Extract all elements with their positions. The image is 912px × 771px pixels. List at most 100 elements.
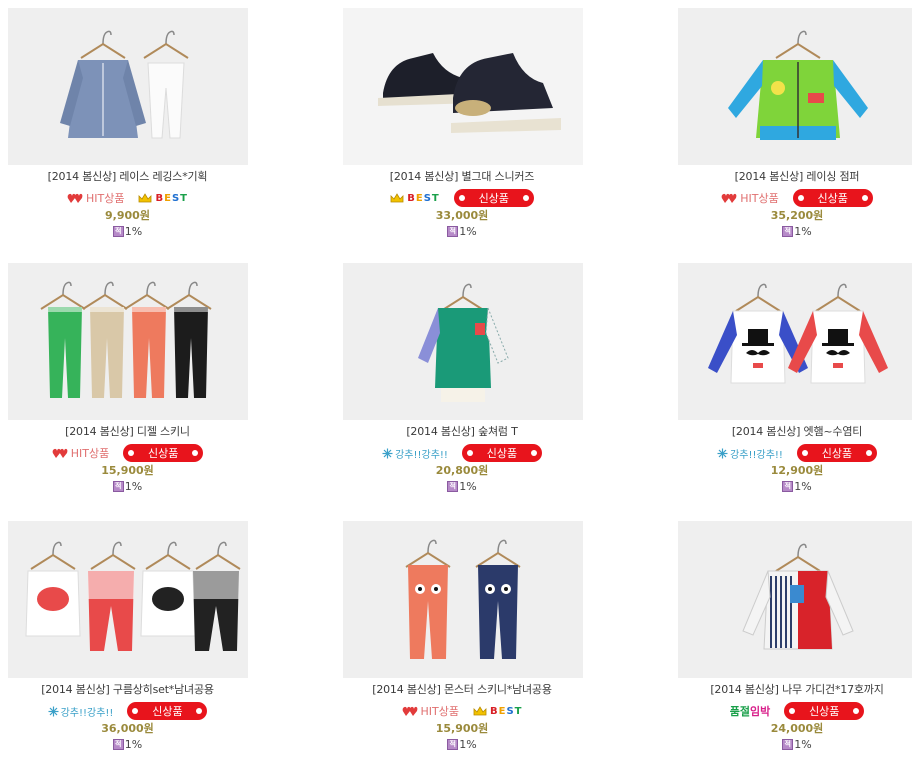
product-badges: HIT상품 신상품 (672, 188, 912, 208)
hit-label: HIT상품 (740, 192, 779, 205)
product-point-rate: 적 1% (337, 225, 587, 238)
product-image[interactable] (678, 8, 912, 165)
product-card[interactable]: [2014 봄신상] 구름상히set*남녀공용강추!!강추!! 신상품 36,000… (0, 521, 255, 771)
product-name[interactable]: [2014 봄신상] 숲쳐럼 T (337, 423, 587, 439)
new-badge: 신상품 (123, 444, 204, 462)
point-rate: 1% (794, 480, 812, 493)
best-badge: BEST (473, 706, 523, 717)
recommend-badge: 강추!!강추!! (48, 704, 114, 719)
point-rate: 1% (459, 738, 477, 751)
product-image[interactable] (343, 263, 583, 420)
product-card[interactable]: [2014 봄신상] 엣햄~수염티강추!!강추!! 신상품 12,900원적 1% (672, 263, 912, 513)
product-name[interactable]: [2014 봄신상] 디젤 스키니 (0, 423, 255, 439)
product-image[interactable] (678, 521, 912, 678)
product-price: 15,900원 (435, 722, 489, 735)
point-icon: 적 (447, 739, 459, 750)
product-photo-cloud-set (8, 521, 248, 678)
new-badge: 신상품 (784, 702, 865, 720)
recommend-label: 강추!!강추!! (60, 707, 114, 719)
heart-icon (402, 706, 417, 716)
product-name[interactable]: [2014 봄신상] 레이싱 점퍼 (672, 168, 912, 184)
heart-icon (67, 193, 83, 203)
crown-icon (473, 705, 487, 715)
point-icon: 적 (447, 481, 459, 492)
new-badge: 신상품 (453, 189, 534, 207)
product-price: 36,000원 (101, 722, 154, 735)
point-rate: 1% (459, 480, 477, 493)
recommend-badge: 강추!!강추!! (382, 446, 448, 461)
product-card[interactable]: [2014 봄신상] 별그대 스니커즈 BEST 신상품 33,000원적 1% (337, 8, 587, 258)
product-name[interactable]: [2014 봄신상] 몬스터 스키니*남녀공용 (337, 681, 587, 697)
product-name[interactable]: [2014 봄신상] 엣햄~수염티 (672, 423, 912, 439)
product-name[interactable]: [2014 봄신상] 별그대 스니커즈 (337, 168, 587, 184)
product-photo-monster-skinny (343, 521, 583, 678)
snowflake-icon (48, 706, 59, 716)
product-image[interactable] (343, 521, 583, 678)
product-point-rate: 적 1% (0, 480, 255, 493)
product-badges: 강추!!강추!! 신상품 (0, 701, 255, 721)
product-point-rate: 적 1% (0, 225, 255, 238)
product-card[interactable]: [2014 봄신상] 나무 가디건*17호까지품절임박 신상품 24,000원적 1% (672, 521, 912, 771)
point-icon: 적 (447, 226, 459, 237)
product-name[interactable]: [2014 봄신상] 나무 가디건*17호까지 (672, 681, 912, 697)
crown-icon (390, 192, 404, 202)
point-rate: 1% (459, 225, 477, 238)
product-point-rate: 적 1% (672, 738, 912, 751)
product-photo-shirt-leggings (8, 8, 248, 165)
product-price: 15,900원 (101, 464, 154, 477)
product-point-rate: 적 1% (0, 738, 255, 751)
best-label: BEST (407, 192, 440, 204)
product-badges: 강추!!강추!! 신상품 (337, 443, 587, 463)
product-point-rate: 적 1% (337, 480, 587, 493)
product-point-rate: 적 1% (337, 738, 587, 751)
product-price: 24,000원 (770, 722, 824, 735)
product-price: 9,900원 (105, 209, 150, 222)
snowflake-icon (717, 448, 728, 458)
point-rate: 1% (794, 225, 812, 238)
product-card[interactable]: [2014 봄신상] 레이스 레깅스*기획 HIT상품 BEST 9,900원적 1% (0, 8, 255, 258)
crown-icon (139, 192, 152, 202)
product-badges: BEST 신상품 (337, 188, 587, 208)
product-badges: HIT상품 BEST (0, 188, 255, 208)
new-badge: 신상품 (796, 444, 877, 462)
product-price: 33,000원 (435, 209, 489, 222)
new-badge: 신상품 (792, 189, 873, 207)
product-photo-jumper (678, 8, 912, 165)
product-photo-skinny-pants (8, 263, 248, 420)
product-image[interactable] (8, 263, 248, 420)
product-card[interactable]: [2014 봄신상] 디젤 스키니 HIT상품 신상품 15,900원적 1% (0, 263, 255, 513)
product-card[interactable]: [2014 봄신상] 레이싱 점퍼 HIT상품 신상품 35,200원 적 1% (672, 8, 912, 258)
product-point-rate: 적 1% (672, 225, 912, 238)
product-grid: [2014 봄신상] 레이스 레깅스*기획 HIT상품 BEST 9,900원 적 1%[… (0, 0, 912, 759)
product-badges: HIT상품 신상품 (0, 443, 255, 463)
product-image[interactable] (8, 8, 248, 165)
point-icon: 적 (782, 739, 794, 750)
product-image[interactable] (678, 263, 912, 420)
product-point-rate: 적 1% (672, 480, 912, 493)
product-price: 12,900원 (770, 464, 824, 477)
best-badge: BEST (390, 193, 440, 204)
product-card[interactable]: [2014 봄신상] 몬스터 스키니*남녀공용 HIT상품 BEST 15,900원 적… (337, 521, 587, 771)
imminent-label: 임박 (750, 705, 771, 718)
point-icon: 적 (112, 481, 124, 492)
best-badge: BEST (138, 193, 188, 204)
heart-icon (52, 448, 68, 458)
recommend-label: 강추!!강추!! (395, 449, 448, 461)
heart-icon (721, 193, 737, 203)
point-rate: 1% (124, 480, 143, 493)
new-badge: 신상품 (461, 444, 542, 462)
product-badges: 강추!!강추!! 신상품 (672, 443, 912, 463)
hit-label: HIT상품 (86, 192, 125, 205)
point-rate: 1% (794, 738, 812, 751)
product-image[interactable] (8, 521, 248, 678)
product-photo-mustache-tee (678, 263, 912, 420)
product-name[interactable]: [2014 봄신상] 구름상히set*남녀공용 (0, 681, 255, 697)
product-name[interactable]: [2014 봄신상] 레이스 레깅스*기획 (0, 168, 255, 184)
product-price: 20,800원 (435, 464, 489, 477)
soldout-soon-badge: 품절임박 (730, 703, 771, 719)
product-photo-cardigan (678, 521, 912, 678)
point-icon: 적 (782, 481, 794, 492)
product-image[interactable] (343, 8, 583, 165)
product-card[interactable]: [2014 봄신상] 숲쳐럼 T 강추!!강추!! 신상품 20,800원적 1% (337, 263, 587, 513)
new-badge: 신상품 (127, 702, 208, 720)
